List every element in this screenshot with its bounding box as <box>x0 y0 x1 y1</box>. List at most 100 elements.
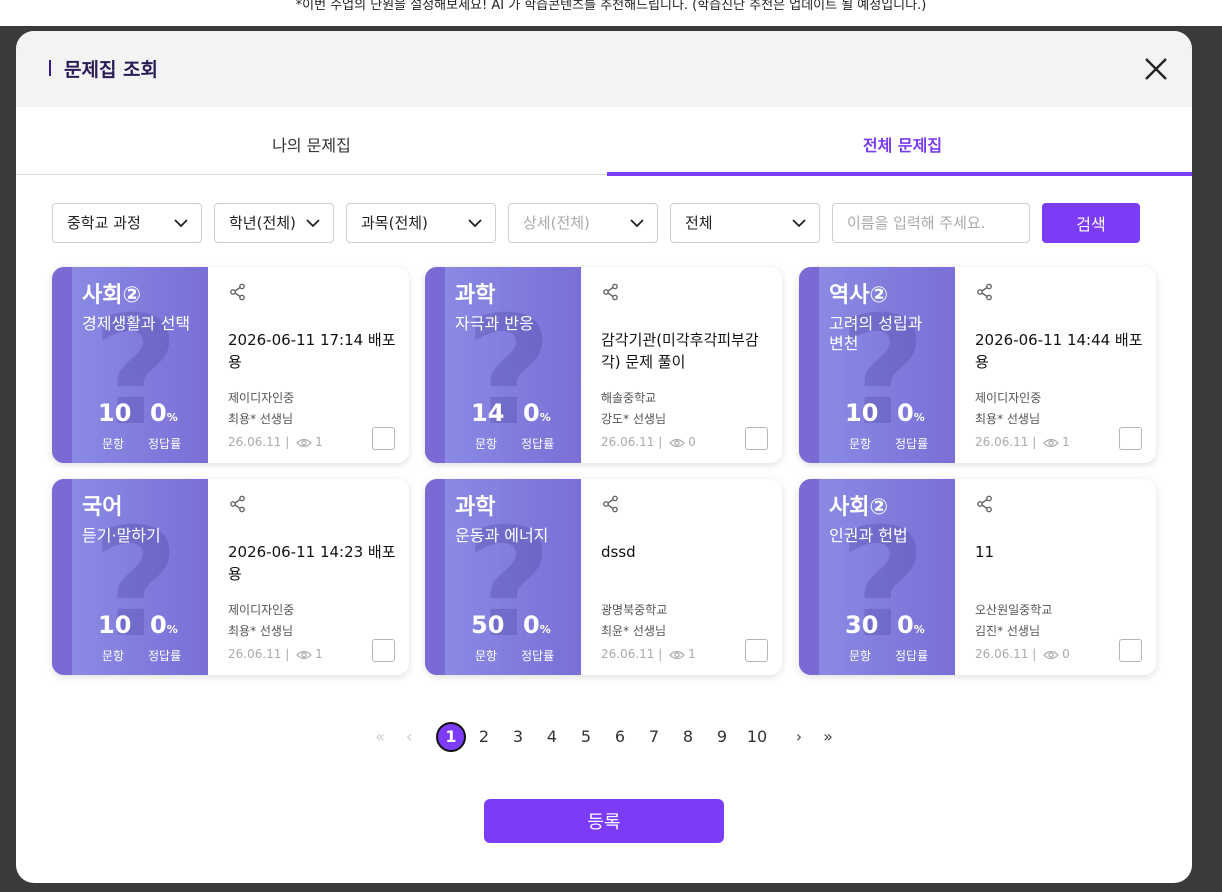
percent-unit: % <box>166 623 178 636</box>
scope-select-value: 전체 <box>685 214 713 232</box>
card-question-count: 50 <box>471 611 505 639</box>
card-views: 0 <box>688 435 696 449</box>
prev-page-button[interactable]: ‹ <box>402 722 416 752</box>
correct-rate-label: 정답률 <box>895 437 929 451</box>
register-button[interactable]: 등록 <box>484 799 724 843</box>
eye-icon <box>669 650 685 659</box>
question-count-label: 문항 <box>475 437 498 451</box>
last-page-button[interactable]: » <box>818 722 838 752</box>
card-correct-rate: 0% <box>523 399 551 427</box>
page-button[interactable]: 10 <box>744 722 770 752</box>
card-date: 26.06.11 <box>228 647 282 661</box>
card-correct-rate-value: 0 <box>150 399 167 427</box>
scope-select[interactable]: 전체 <box>670 203 820 243</box>
page-button[interactable]: 4 <box>544 722 560 752</box>
share-icon[interactable] <box>976 283 994 301</box>
card-teacher: 강도* 선생님 <box>601 412 667 426</box>
page-button[interactable]: 2 <box>476 722 492 752</box>
next-page-button[interactable]: › <box>792 722 806 752</box>
background-notice: *이번 수업의 단원을 설정해보세요! AI 가 학습콘텐츠를 추천해드립니다.… <box>295 0 927 13</box>
card-meta: 26.06.11 | 1 <box>975 435 1070 449</box>
card-checkbox[interactable] <box>1119 639 1142 662</box>
card-unit: 자극과 반응 <box>455 314 534 333</box>
first-page-button[interactable]: « <box>372 722 388 752</box>
card-question-count: 10 <box>98 611 132 639</box>
card-spine <box>799 267 819 463</box>
card-cover: ? 과학 운동과 에너지 50 0% 문항 정답률 <box>425 479 581 675</box>
tab-bar: 나의 문제집 전체 문제집 <box>16 107 1192 176</box>
workbook-card[interactable]: ? 역사② 고려의 성립과 변천 10 0% 문항 정답률 2026-06-11… <box>799 267 1156 463</box>
eye-icon <box>296 650 312 659</box>
card-cover: ? 국어 듣기·말하기 10 0% 문항 정답률 <box>52 479 208 675</box>
card-title: 감각기관(미각후각피부감각) 문제 풀이 <box>601 331 759 371</box>
subject-select[interactable]: 과목(전체) <box>346 203 496 243</box>
pagination: « ‹ 1 2 3 4 5 6 7 8 9 10 › » <box>16 722 1192 752</box>
workbook-card[interactable]: ? 사회② 경제생활과 선택 10 0% 문항 정답률 2026-06-11 1… <box>52 267 409 463</box>
share-icon[interactable] <box>602 495 620 513</box>
card-correct-rate: 0% <box>523 611 551 639</box>
card-views: 1 <box>1062 435 1070 449</box>
workbook-card[interactable]: ? 과학 운동과 에너지 50 0% 문항 정답률 dssd 광명북중학교 최윤… <box>425 479 782 675</box>
card-checkbox[interactable] <box>372 639 395 662</box>
modal-header: 문제집 조회 <box>16 31 1192 107</box>
grade-select[interactable]: 학년(전체) <box>214 203 334 243</box>
card-question-count: 10 <box>845 399 879 427</box>
card-checkbox[interactable] <box>1119 427 1142 450</box>
card-meta: 26.06.11 | 1 <box>601 647 696 661</box>
card-meta: 26.06.11 | 0 <box>601 435 696 449</box>
grade-select-value: 학년(전체) <box>229 214 296 232</box>
course-select[interactable]: 중학교 과정 <box>52 203 202 243</box>
detail-select[interactable]: 상세(전체) <box>508 203 658 243</box>
chevron-down-icon <box>306 219 320 228</box>
card-spine <box>425 479 445 675</box>
card-question-count: 30 <box>845 611 879 639</box>
share-icon[interactable] <box>229 283 247 301</box>
page-button[interactable]: 5 <box>578 722 594 752</box>
percent-unit: % <box>913 623 925 636</box>
card-views: 1 <box>315 435 323 449</box>
tab-all-workbooks[interactable]: 전체 문제집 <box>607 107 1192 176</box>
percent-unit: % <box>539 623 551 636</box>
correct-rate-label: 정답률 <box>895 649 929 663</box>
page-button[interactable]: 6 <box>612 722 628 752</box>
card-school: 광명북중학교 <box>601 603 668 617</box>
share-icon[interactable] <box>229 495 247 513</box>
eye-icon <box>296 438 312 447</box>
tab-my-workbooks[interactable]: 나의 문제집 <box>16 107 607 175</box>
page-button[interactable]: 9 <box>714 722 730 752</box>
close-icon[interactable] <box>1142 55 1170 83</box>
card-title: dssd <box>601 543 636 561</box>
card-subject: 역사② <box>829 283 889 308</box>
card-cover: ? 사회② 인권과 헌법 30 0% 문항 정답률 <box>799 479 955 675</box>
search-input[interactable] <box>832 203 1030 243</box>
card-subject: 국어 <box>82 495 123 520</box>
card-views: 1 <box>688 647 696 661</box>
card-school: 제이디자인중 <box>228 603 295 617</box>
card-correct-rate-value: 0 <box>523 611 540 639</box>
card-checkbox[interactable] <box>745 639 768 662</box>
card-title: 2026-06-11 14:44 배포용 <box>975 331 1143 371</box>
card-teacher: 최윤* 선생님 <box>601 624 667 638</box>
workbook-card[interactable]: ? 사회② 인권과 헌법 30 0% 문항 정답률 11 오산원일중학교 김진*… <box>799 479 1156 675</box>
search-button[interactable]: 검색 <box>1042 203 1140 243</box>
share-icon[interactable] <box>976 495 994 513</box>
card-school: 오산원일중학교 <box>975 603 1053 617</box>
card-date: 26.06.11 <box>601 647 655 661</box>
share-icon[interactable] <box>602 283 620 301</box>
card-title: 2026-06-11 17:14 배포용 <box>228 331 396 371</box>
card-checkbox[interactable] <box>745 427 768 450</box>
card-checkbox[interactable] <box>372 427 395 450</box>
workbook-card[interactable]: ? 국어 듣기·말하기 10 0% 문항 정답률 2026-06-11 14:2… <box>52 479 409 675</box>
question-count-label: 문항 <box>849 437 872 451</box>
card-unit: 인권과 헌법 <box>829 526 908 545</box>
card-title: 2026-06-11 14:23 배포용 <box>228 543 396 583</box>
page-button[interactable]: 3 <box>510 722 526 752</box>
page-button[interactable]: 7 <box>646 722 662 752</box>
card-unit: 경제생활과 선택 <box>82 314 191 333</box>
page-button[interactable]: 8 <box>680 722 696 752</box>
card-school: 제이디자인중 <box>975 391 1042 405</box>
subject-select-value: 과목(전체) <box>361 214 428 232</box>
card-unit: 듣기·말하기 <box>82 526 161 545</box>
page-button-current[interactable]: 1 <box>436 722 466 752</box>
workbook-card[interactable]: ? 과학 자극과 반응 14 0% 문항 정답률 감각기관(미각후각피부감각) … <box>425 267 782 463</box>
